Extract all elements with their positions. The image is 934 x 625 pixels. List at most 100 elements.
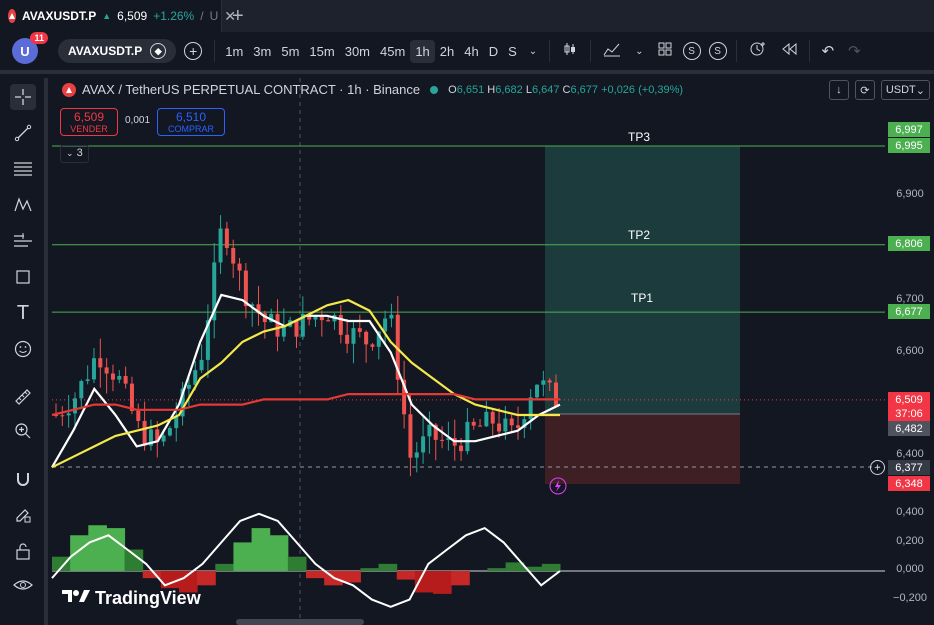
ruler-icon[interactable] (10, 384, 36, 410)
candle-body (345, 334, 350, 344)
forecast-tools-icon[interactable] (10, 228, 36, 254)
eye-icon[interactable] (10, 572, 36, 598)
brand-name: TradingView (95, 588, 201, 608)
interval-s[interactable]: S (503, 40, 522, 63)
undo-icon[interactable]: ↶ (815, 42, 842, 60)
download-icon[interactable]: ↓ (828, 80, 849, 100)
ma-red-line (51, 393, 560, 417)
interval-1m[interactable]: 1m (220, 40, 248, 63)
interval-2h[interactable]: 2h (435, 40, 459, 63)
interval-45m[interactable]: 45m (375, 40, 410, 63)
strategy-s-icon[interactable]: S (682, 42, 701, 60)
interval-4h[interactable]: 4h (459, 40, 483, 63)
tab-symbol: AVAXUSDT.P (22, 9, 97, 23)
low-value: 6,647 (531, 83, 560, 96)
redo-icon[interactable]: ↷ (841, 42, 868, 60)
magnet-icon[interactable] (10, 466, 36, 492)
lock-icon[interactable] (10, 538, 36, 564)
candlestick-icon[interactable] (555, 41, 585, 61)
crosshair-price-tag: 6,377 (888, 460, 930, 475)
symbol-tab[interactable]: AVAXUSDT.P ▲ 6,509 +1.26% / U ✕ (0, 0, 236, 32)
candle-body (142, 420, 147, 446)
symbol-search-label: AVAXUSDT.P (68, 44, 143, 58)
candle-body (224, 228, 229, 248)
zoom-in-icon[interactable] (10, 418, 36, 444)
candle-body (66, 413, 71, 416)
candle-body (351, 328, 356, 344)
candle-body (98, 358, 103, 368)
add-alert-icon[interactable]: + (870, 460, 885, 475)
crosshair-icon[interactable] (10, 84, 36, 110)
chevron-down-icon[interactable]: ⌄ (522, 46, 544, 57)
pattern-icon[interactable] (10, 192, 36, 218)
sell-button[interactable]: 6,509 VENDER (60, 108, 118, 136)
add-symbol-icon[interactable]: + (184, 42, 203, 60)
interval-30m[interactable]: 30m (340, 40, 375, 63)
interval-3m[interactable]: 3m (248, 40, 276, 63)
axis-label: 6,400 (896, 448, 924, 460)
osc-histogram-bar (342, 571, 361, 583)
chevron-down-icon[interactable]: ⌄ (628, 46, 650, 57)
script-s-icon[interactable]: S (708, 42, 727, 60)
interval-15m[interactable]: 15m (304, 40, 339, 63)
chevron-down-icon: ⌄ (66, 148, 74, 158)
interval-5m[interactable]: 5m (276, 40, 304, 63)
axis-label: 6,600 (896, 345, 924, 357)
avatar[interactable]: U 11 (12, 32, 48, 64)
candle-body (357, 328, 362, 332)
toolbar-divider (808, 40, 810, 62)
buy-price: 6,510 (175, 110, 207, 124)
indicators-count: 3 (76, 147, 83, 159)
symbol-search-button[interactable]: AVAXUSDT.P ◆ (58, 39, 177, 63)
osc-histogram-bar (160, 571, 180, 589)
interval-1h[interactable]: 1h (410, 39, 435, 63)
replay-icon[interactable] (774, 42, 804, 60)
axis-label: 6,900 (896, 188, 924, 200)
time-scrollbar[interactable] (236, 619, 364, 625)
bar-countdown: 37:06 (888, 406, 930, 421)
candle-body (294, 320, 299, 337)
indicators-collapse-button[interactable]: ⌄ 3 (60, 145, 89, 163)
candle-body (497, 423, 502, 432)
currency-select[interactable]: USDT ⌄ (880, 80, 930, 100)
refresh-icon[interactable]: ⟳ (854, 80, 875, 100)
price-chart[interactable] (48, 78, 934, 625)
fib-levels-icon[interactable] (10, 156, 36, 182)
diamond-icon: ◆ (150, 43, 167, 59)
new-tab-icon[interactable]: + (232, 5, 244, 28)
candle-body (509, 418, 514, 426)
indicators-icon[interactable] (596, 41, 628, 61)
candle-body (440, 439, 445, 441)
stop-zone (545, 413, 740, 484)
tradingview-logo[interactable]: TradingView (62, 588, 201, 609)
tab-price: 6,509 (117, 9, 148, 23)
interval-d[interactable]: D (484, 40, 503, 63)
emoji-icon[interactable] (10, 336, 36, 362)
shapes-icon[interactable] (10, 264, 36, 290)
buy-button[interactable]: 6,510 COMPRAR (157, 108, 225, 136)
avatar-letter: U (20, 43, 30, 59)
chart-title: AVAX / TetherUS PERPETUAL CONTRACT · 1h … (82, 82, 421, 97)
top-toolbar: U 11 AVAXUSDT.P ◆ + 1m 3m 5m 15m 30m 45m… (0, 32, 934, 74)
candle-body (364, 331, 369, 345)
currency-label: USDT (885, 84, 916, 96)
candle-body (161, 435, 166, 442)
tab-separator: / (200, 9, 204, 23)
candle-body (414, 452, 419, 458)
candle-body (85, 379, 90, 382)
osc-histogram-bar (306, 571, 325, 579)
candle-body (478, 425, 483, 427)
osc-histogram-bar (287, 556, 307, 571)
candle-body (275, 314, 280, 337)
chart-legend: AVAX / TetherUS PERPETUAL CONTRACT · 1h … (62, 82, 683, 97)
alert-clock-icon[interactable] (742, 40, 774, 62)
change-value: +0,026 (+0,39%) (601, 83, 684, 96)
text-tool-icon[interactable]: T (10, 300, 36, 326)
tab-change: +1.26% (153, 9, 195, 23)
tp1-price-tag: 6,677 (888, 304, 930, 319)
candle-body (91, 358, 96, 380)
layout-grid-icon[interactable] (651, 42, 679, 60)
sell-label: VENDER (70, 124, 108, 134)
pencil-lock-icon[interactable] (10, 502, 36, 528)
trend-line-icon[interactable] (10, 120, 36, 146)
